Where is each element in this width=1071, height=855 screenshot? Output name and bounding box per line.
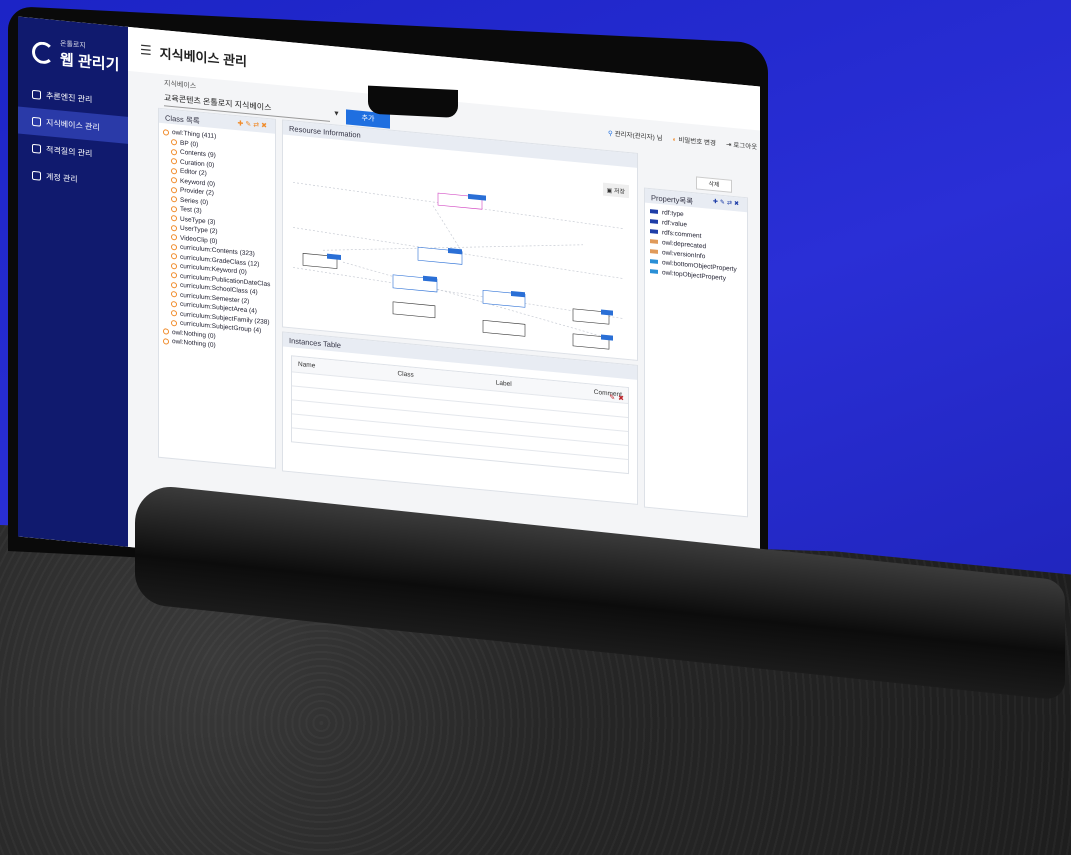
class-node-icon	[171, 243, 177, 251]
user-bar: ⚲ 관리자(관리자) 님 ◐ 비밀번호 변경 ⇥ 로그아웃	[608, 127, 757, 151]
ontology-graph[interactable]	[283, 136, 639, 360]
class-node-icon	[171, 158, 177, 165]
user-name[interactable]: ⚲ 관리자(관리자) 님	[608, 127, 663, 142]
user-icon: ⚲	[608, 130, 615, 138]
property-swatch	[650, 209, 658, 214]
property-list: rdf:type rdf:value rdfs:comment owl:depreca…	[645, 203, 747, 286]
class-node-icon	[171, 281, 177, 289]
sidebar-nav: 추론엔진 관리 지식베이스 관리 적격질의 관리 계정 관리	[18, 79, 128, 197]
instances-toolbar-icons[interactable]: ✎✖	[609, 393, 627, 403]
change-password-link[interactable]: ◐ 비밀번호 변경	[673, 133, 716, 147]
class-node-icon	[171, 253, 177, 260]
property-label: rdf:type	[662, 208, 684, 218]
class-node-icon	[163, 328, 169, 335]
property-panel-title: Property목록	[651, 193, 694, 207]
property-swatch	[650, 239, 658, 244]
class-node-icon	[171, 205, 177, 213]
sidebar-item-label: 추론엔진 관리	[46, 91, 93, 105]
page-title: 지식베이스 관리	[159, 45, 247, 69]
logout-link[interactable]: ⇥ 로그아웃	[726, 138, 757, 151]
camera-notch	[368, 85, 458, 119]
property-swatch	[650, 219, 658, 224]
app-logo[interactable]: 온톨로지 웹 관리기	[18, 16, 128, 75]
class-node-icon	[171, 224, 177, 232]
class-node-icon	[171, 215, 177, 222]
resource-panel: Resourse Information ▣ 저장	[282, 119, 638, 361]
class-node-icon	[171, 148, 177, 156]
class-node-icon	[171, 186, 177, 194]
class-node-icon	[163, 337, 169, 345]
column-header[interactable]: Class	[397, 370, 413, 379]
laptop: 온톨로지 웹 관리기 추론엔진 관리 지식베이스 관리 적격질의 관리 계정 관…	[0, 0, 1071, 855]
property-swatch	[650, 229, 658, 234]
property-toolbar-icons[interactable]: ✚✎⇄✖	[713, 198, 741, 209]
class-node-icon	[171, 234, 177, 241]
class-node-icon	[171, 177, 177, 184]
tree-item-label: owl:Nothing (0)	[172, 338, 216, 350]
logout-label: 로그아웃	[733, 141, 758, 152]
sidebar: 온톨로지 웹 관리기 추론엔진 관리 지식베이스 관리 적격질의 관리 계정 관…	[18, 16, 128, 547]
column-header[interactable]: Name	[298, 361, 315, 370]
class-node-icon	[171, 300, 177, 308]
resource-panel-title: Resourse Information	[289, 124, 361, 140]
class-panel: Class 목록 ✚✎⇄✖ owl:Thing (411) BP (0) Conte…	[158, 107, 276, 469]
database-icon	[32, 116, 41, 127]
class-node-icon	[171, 262, 177, 270]
delete-button[interactable]: 삭제	[696, 176, 732, 193]
instances-panel: Instances Table ✎✖ Name Class Label Comm…	[282, 331, 638, 505]
class-tree: owl:Thing (411) BP (0) Contents (9) Curatio…	[159, 123, 275, 360]
class-node-icon	[171, 310, 177, 317]
sidebar-item-label: 지식베이스 관리	[46, 118, 100, 133]
class-node-icon	[163, 128, 169, 136]
class-toolbar-icons[interactable]: ✚✎⇄✖	[238, 119, 269, 130]
kb-label: 지식베이스	[164, 80, 197, 91]
logo-icon	[32, 40, 54, 65]
sidebar-item-label: 적격질의 관리	[46, 145, 93, 159]
class-node-icon	[171, 196, 177, 203]
column-header[interactable]: Label	[496, 380, 512, 389]
class-node-icon	[171, 139, 177, 146]
menu-icon[interactable]: ☰	[140, 42, 152, 59]
sidebar-item-label: 계정 관리	[46, 172, 78, 185]
property-swatch	[650, 269, 658, 274]
query-icon	[32, 143, 41, 154]
class-node-icon	[171, 319, 177, 327]
change-password-label: 비밀번호 변경	[678, 136, 716, 148]
logo-title: 웹 관리기	[60, 51, 120, 75]
lock-icon	[32, 170, 41, 181]
class-node-icon	[171, 291, 177, 298]
chevron-down-icon[interactable]: ▼	[333, 110, 340, 118]
engine-icon	[32, 89, 41, 100]
user-name-label: 관리자(관리자) 님	[614, 130, 663, 143]
class-panel-title: Class 목록	[165, 113, 200, 126]
tree-item-label: BP (0)	[180, 139, 199, 149]
class-node-icon	[171, 272, 177, 279]
instances-panel-title: Instances Table	[289, 336, 341, 350]
property-swatch	[650, 249, 658, 254]
property-swatch	[650, 259, 658, 264]
property-panel: Property목록 ✚✎⇄✖ rdf:type rdf:value rdfs:co…	[644, 187, 748, 518]
class-node-icon	[171, 167, 177, 175]
laptop-lid: 온톨로지 웹 관리기 추론엔진 관리 지식베이스 관리 적격질의 관리 계정 관…	[8, 6, 768, 607]
